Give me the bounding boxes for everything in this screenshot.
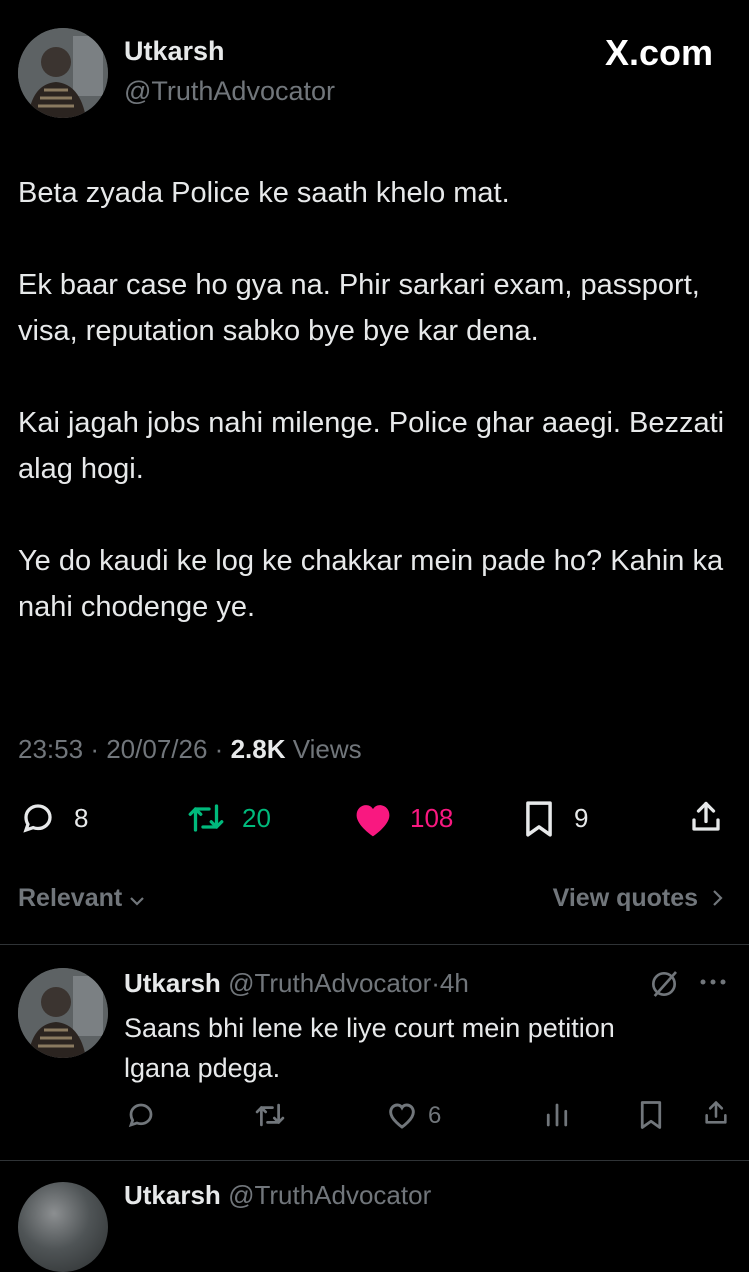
reply-like-count: 6 <box>428 1102 442 1129</box>
chevron-right-icon <box>711 885 723 914</box>
author-handle[interactable]: @TruthAdvocator <box>124 76 335 107</box>
bookmark-icon[interactable] <box>522 800 556 838</box>
reply-icon[interactable] <box>20 800 56 836</box>
tweet-paragraph: Beta zyada Police ke saath khelo mat. <box>18 177 510 209</box>
author-name[interactable]: Utkarsh <box>124 36 225 67</box>
reply-count: 8 <box>74 803 89 833</box>
view-quotes-label: View quotes <box>552 884 699 912</box>
like-count: 108 <box>410 803 454 833</box>
tweet-body: Beta zyada Police ke saath khelo mat. Ek… <box>18 170 734 630</box>
reply-avatar[interactable] <box>18 968 108 1058</box>
divider <box>0 1160 749 1161</box>
tweet-time[interactable]: 23:53 <box>18 734 83 764</box>
views-count: 2.8K <box>230 734 286 764</box>
next-reply-author-handle[interactable]: @TruthAdvocator <box>228 1180 431 1210</box>
view-quotes-link[interactable]: View quotes <box>553 884 723 914</box>
views-label: Views <box>292 734 362 764</box>
reply-bookmark-icon[interactable] <box>638 1100 664 1130</box>
sort-label: Relevant <box>18 884 123 912</box>
reply-header: Utkarsh @TruthAdvocator·4h <box>124 968 469 998</box>
tweet-paragraph: Ek baar case ho gya na. Phir sarkari exa… <box>18 269 700 347</box>
bookmark-count: 9 <box>574 803 589 833</box>
next-reply-author-name[interactable]: Utkarsh <box>124 1180 221 1210</box>
tweet-paragraph: Ye do kaudi ke log ke chakkar mein pade … <box>18 545 724 623</box>
tweet-paragraph: Kai jagah jobs nahi milenge. Police ghar… <box>18 407 725 485</box>
reply-author-name[interactable]: Utkarsh <box>124 968 221 998</box>
reply-text: Saans bhi lene ke liye court mein petiti… <box>124 1013 615 1083</box>
site-label: X.com <box>604 32 713 73</box>
next-reply-header: Utkarsh @TruthAdvocator <box>124 1180 431 1211</box>
reply-repost-icon[interactable] <box>254 1100 286 1130</box>
repost-icon[interactable] <box>186 800 226 836</box>
sort-dropdown[interactable]: Relevant <box>18 884 145 914</box>
share-icon[interactable] <box>688 798 724 836</box>
grok-icon[interactable] <box>648 968 680 1000</box>
reply-share-icon[interactable] <box>702 1098 730 1128</box>
divider <box>0 944 749 945</box>
tweet-meta: 23:53 · 20/07/26 · 2.8K Views <box>18 734 362 764</box>
repost-count: 20 <box>242 803 271 833</box>
reply-reply-icon[interactable] <box>126 1100 156 1130</box>
more-options-icon[interactable] <box>698 972 728 992</box>
tweet-date[interactable]: 20/07/26 <box>106 734 207 764</box>
next-reply-avatar[interactable] <box>18 1182 108 1272</box>
chevron-down-icon <box>129 885 145 914</box>
author-avatar[interactable] <box>18 28 108 118</box>
reply-heart-icon[interactable] <box>386 1100 418 1130</box>
analytics-icon[interactable] <box>542 1100 572 1130</box>
heart-icon[interactable] <box>352 800 394 838</box>
reply-author-handle[interactable]: @TruthAdvocator <box>228 968 431 998</box>
reply-time[interactable]: 4h <box>440 968 469 998</box>
